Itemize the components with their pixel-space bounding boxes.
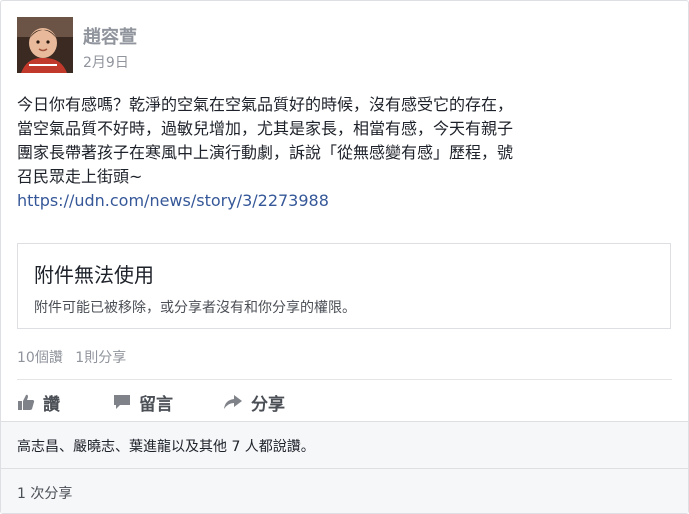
likes-summary[interactable]: 高志昌、嚴曉志、葉進龍以及其他 7 人都說讚。 (17, 436, 315, 456)
post-link[interactable]: https://udn.com/news/story/3/2273988 (17, 189, 677, 213)
author-name[interactable]: 趙容萱 (83, 23, 137, 49)
post-stats: 10個讚 1則分享 (17, 347, 134, 367)
post-text-line: 召民眾走上街頭~ (17, 167, 143, 186)
attachment-description: 附件可能已被移除，或分享者沒有和你分享的權限。 (34, 300, 356, 316)
speech-bubble-icon (114, 395, 130, 409)
divider (17, 379, 672, 380)
comment-label: 留言 (139, 394, 173, 415)
share-arrow-icon (224, 395, 242, 409)
thumbs-up-icon (18, 394, 35, 410)
comment-button[interactable]: 留言 (113, 389, 173, 415)
post-card: 趙容萱 2月9日 今日你有感嗎？乾淨的空氣在空氣品質好的時候，沒有感受它的存在，… (0, 0, 689, 514)
post-footer: 高志昌、嚴曉志、葉進龍以及其他 7 人都說讚。 1 次分享 (1, 421, 688, 513)
post-body: 今日你有感嗎？乾淨的空氣在空氣品質好的時候，沒有感受它的存在， 當空氣品質不好時… (17, 93, 677, 213)
reads-count[interactable]: 10個讚 (17, 350, 63, 366)
attachment-title: 附件無法使用 (34, 263, 154, 287)
post-text-line: 今日你有感嗎？乾淨的空氣在空氣品質好的時候，沒有感受它的存在， (17, 95, 514, 114)
share-button[interactable]: 分享 (223, 389, 285, 415)
attachment-unavailable-box: 附件無法使用 附件可能已被移除，或分享者沒有和你分享的權限。 (17, 243, 671, 329)
post-text-line: 團家長帶著孩子在寒風中上演行動劇，訴說「從無感變有感」歷程，號 (17, 143, 514, 162)
like-button[interactable]: 讚 (17, 389, 60, 415)
like-label: 讚 (43, 394, 60, 415)
divider (1, 468, 688, 469)
share-label: 分享 (251, 394, 285, 415)
share-count[interactable]: 1 次分享 (17, 483, 72, 503)
post-date[interactable]: 2月9日 (83, 52, 129, 72)
post-text-line: 當空氣品質不好時，過敏兒增加，尤其是家長，相當有感，今天有親子 (17, 119, 514, 138)
shares-count[interactable]: 1則分享 (75, 350, 126, 366)
avatar[interactable] (17, 17, 73, 73)
